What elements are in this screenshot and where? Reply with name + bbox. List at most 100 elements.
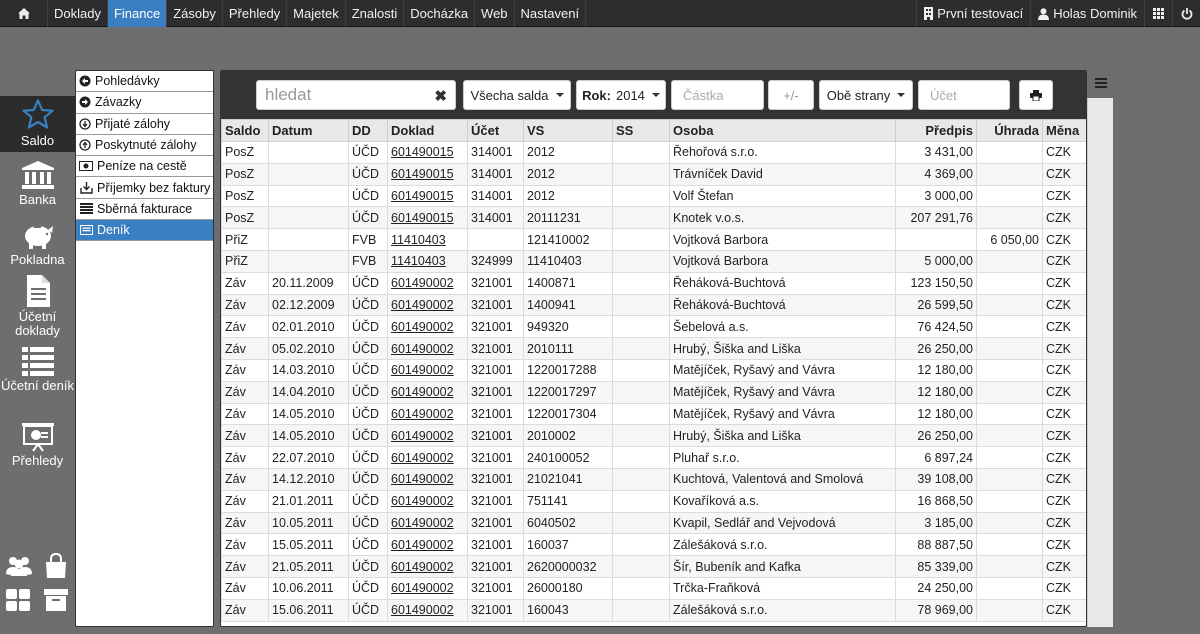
cell-doklad[interactable]: 601490002 [388, 534, 468, 556]
sidebar-item-ucetni-doklady[interactable]: Účetní doklady [0, 274, 75, 340]
column-header-vs[interactable]: VS [524, 120, 613, 142]
submenu-item-pohledavky[interactable]: Pohledávky [76, 71, 213, 92]
cell-doklad[interactable]: 601490002 [388, 577, 468, 599]
cell-doklad[interactable]: 601490002 [388, 294, 468, 316]
cell-doklad[interactable]: 601490002 [388, 381, 468, 403]
column-header-osoba[interactable]: Osoba [670, 120, 896, 142]
table-row[interactable]: Záv14.03.2010ÚČD601490002321001122001728… [222, 359, 1088, 381]
table-row[interactable]: Záv14.12.2010ÚČD60149000232100121021041K… [222, 468, 1088, 490]
cell-doklad[interactable]: 11410403 [388, 250, 468, 272]
submenu-item-prijate-zalohy[interactable]: Přijaté zálohy [76, 114, 213, 135]
submenu-item-denik[interactable]: Deník [76, 220, 213, 241]
nav-nastaveni[interactable]: Nastavení [515, 0, 587, 27]
cell-doklad[interactable]: 601490015 [388, 207, 468, 229]
column-header-datum[interactable]: Datum [269, 120, 349, 142]
table-row[interactable]: Záv20.11.2009ÚČD6014900023210011400871Ře… [222, 272, 1088, 294]
table-row[interactable]: PosZÚČD6014900153140012012Řehořová s.r.o… [222, 142, 1088, 164]
panel-menu-button[interactable] [1090, 74, 1112, 94]
search-input[interactable]: hledat ✖ [256, 80, 456, 110]
cell-doklad[interactable]: 601490002 [388, 272, 468, 294]
cell-doklad[interactable]: 601490002 [388, 338, 468, 360]
table-row[interactable]: PosZÚČD6014900153140012012Volf Štefan3 0… [222, 185, 1088, 207]
amount-input[interactable]: Částka [671, 80, 764, 110]
cell-doklad[interactable]: 601490002 [388, 403, 468, 425]
account-input[interactable]: Účet [918, 80, 1010, 110]
dashboard-button[interactable] [5, 588, 33, 614]
cell-doklad[interactable]: 601490015 [388, 163, 468, 185]
table-row[interactable]: Záv05.02.2010ÚČD6014900023210012010111Hr… [222, 338, 1088, 360]
table-row[interactable]: PřiZFVB11410403121410002Vojtková Barbora… [222, 229, 1088, 251]
user-menu[interactable]: Holas Dominik [1030, 0, 1144, 27]
sidebar-item-prehledy[interactable]: Přehledy [0, 422, 75, 472]
nav-web[interactable]: Web [475, 0, 515, 27]
sidebar-item-banka[interactable]: Banka [0, 160, 75, 210]
column-header-mena[interactable]: Měna [1043, 120, 1088, 142]
shop-button[interactable] [43, 553, 71, 579]
submenu-item-penize-na-ceste[interactable]: Peníze na cestě [76, 156, 213, 177]
table-row[interactable]: PřiZFVB1141040332499911410403Vojtková Ba… [222, 250, 1088, 272]
cell-osoba: Řeháková-Buchtová [670, 272, 896, 294]
company-selector[interactable]: První testovací [916, 0, 1030, 27]
tolerance-input[interactable]: +/- [768, 80, 814, 110]
nav-prehledy[interactable]: Přehledy [223, 0, 287, 27]
column-header-predpis[interactable]: Předpis [896, 120, 977, 142]
table-row[interactable]: Záv02.01.2010ÚČD601490002321001949320Šeb… [222, 316, 1088, 338]
sidebar-item-saldo[interactable]: Saldo [0, 96, 75, 152]
cell-doklad[interactable]: 601490002 [388, 490, 468, 512]
table-row[interactable]: Záv21.01.2011ÚČD601490002321001751141Kov… [222, 490, 1088, 512]
sidebar-item-pokladna[interactable]: Pokladna [0, 222, 75, 270]
cell-ss [613, 403, 670, 425]
table-row[interactable]: Záv15.06.2011ÚČD601490002321001160043Zál… [222, 599, 1088, 621]
cell-doklad[interactable]: 11410403 [388, 229, 468, 251]
table-row[interactable]: Záv15.05.2011ÚČD601490002321001160037Zál… [222, 534, 1088, 556]
table-row[interactable]: Záv22.07.2010ÚČD601490002321001240100052… [222, 447, 1088, 469]
nav-finance[interactable]: Finance [108, 0, 167, 27]
nav-znalosti[interactable]: Znalosti [346, 0, 405, 27]
column-header-ucet[interactable]: Účet [468, 120, 524, 142]
archive-button[interactable] [43, 588, 71, 614]
users-button[interactable] [5, 555, 33, 581]
cell-doklad[interactable]: 601490002 [388, 599, 468, 621]
cell-doklad[interactable]: 601490002 [388, 512, 468, 534]
column-header-ss[interactable]: SS [613, 120, 670, 142]
cell-doklad[interactable]: 601490002 [388, 425, 468, 447]
sides-filter-dropdown[interactable]: Obě strany [819, 80, 913, 110]
year-dropdown[interactable]: Rok: 2014 [576, 80, 666, 110]
sidebar-item-ucetni-denik[interactable]: Účetní deník [0, 346, 75, 412]
table-row[interactable]: Záv21.05.2011ÚČD601490002321001262000003… [222, 556, 1088, 578]
submenu-item-prijemky-bez-faktury[interactable]: Příjemky bez faktury [76, 177, 213, 198]
column-header-doklad[interactable]: Doklad [388, 120, 468, 142]
print-button[interactable] [1019, 80, 1053, 110]
cell-doklad[interactable]: 601490002 [388, 359, 468, 381]
table-row[interactable]: Záv10.05.2011ÚČD6014900023210016040502Kv… [222, 512, 1088, 534]
cell-doklad[interactable]: 601490002 [388, 447, 468, 469]
table-row[interactable]: Záv02.12.2009ÚČD6014900023210011400941Ře… [222, 294, 1088, 316]
column-header-uhrada[interactable]: Úhrada [977, 120, 1043, 142]
saldo-filter-dropdown[interactable]: Všecha salda [463, 80, 571, 110]
submenu-item-poskytnute-zalohy[interactable]: Poskytnuté zálohy [76, 135, 213, 156]
nav-doklady[interactable]: Doklady [48, 0, 108, 27]
submenu-item-zavazky[interactable]: Závazky [76, 92, 213, 113]
nav-dochazka[interactable]: Docházka [404, 0, 475, 27]
home-button[interactable] [0, 0, 48, 27]
logout-button[interactable] [1172, 0, 1200, 27]
table-row[interactable]: Záv14.05.2010ÚČD6014900023210012010002Hr… [222, 425, 1088, 447]
column-header-dd[interactable]: DD [349, 120, 388, 142]
nav-zasoby[interactable]: Zásoby [167, 0, 223, 27]
cell-doklad[interactable]: 601490015 [388, 142, 468, 164]
table-row[interactable]: PosZÚČD60149001531400120111231Knotek v.o… [222, 207, 1088, 229]
cell-doklad[interactable]: 601490015 [388, 185, 468, 207]
nav-majetek[interactable]: Majetek [287, 0, 346, 27]
table-row[interactable]: Záv14.05.2010ÚČD601490002321001122001730… [222, 403, 1088, 425]
cell-doklad[interactable]: 601490002 [388, 468, 468, 490]
column-header-saldo[interactable]: Saldo [222, 120, 269, 142]
table-row[interactable]: Záv10.06.2011ÚČD60149000232100126000180T… [222, 577, 1088, 599]
table-row[interactable]: Záv14.04.2010ÚČD601490002321001122001729… [222, 381, 1088, 403]
table-row[interactable]: PosZÚČD6014900153140012012Trávníček Davi… [222, 163, 1088, 185]
cell-doklad[interactable]: 601490002 [388, 316, 468, 338]
apps-button[interactable] [1144, 0, 1172, 27]
submenu-item-sberna-fakturace[interactable]: Sběrná fakturace [76, 199, 213, 220]
clear-search-icon[interactable]: ✖ [434, 87, 447, 105]
vertical-scrollbar[interactable] [1087, 98, 1113, 627]
cell-doklad[interactable]: 601490002 [388, 556, 468, 578]
